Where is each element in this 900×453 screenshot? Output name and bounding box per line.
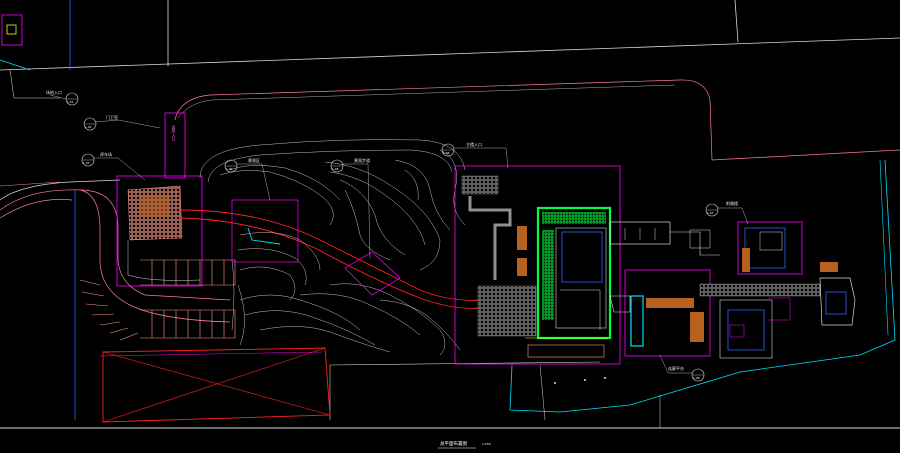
callout-c3-label: 停车场 xyxy=(100,151,112,157)
callout-c7-label: 附属楼 xyxy=(726,200,738,206)
callout-c1-label: 场地入口 xyxy=(46,89,62,95)
cad-drawing-canvas[interactable]: 会所入口 场地入口 L-01 门卫室 L-02 停车场 L-03 景观区 L-0… xyxy=(0,0,900,453)
callout-c8-ref: L-08 xyxy=(693,376,700,380)
callout-c2-label: 门卫室 xyxy=(106,114,118,120)
key-plan-box[interactable] xyxy=(1,14,23,46)
drawing-title-block[interactable]: 总平面布置图 1:250 xyxy=(438,440,491,449)
annex-building[interactable] xyxy=(609,269,711,357)
main-building-site[interactable] xyxy=(454,165,671,365)
callout-c7-ref: L-07 xyxy=(707,211,714,215)
callout-c6[interactable]: 主楼入口 L-06 xyxy=(441,141,509,169)
contour-lines xyxy=(199,139,466,356)
callout-c5-label: 景观步道 xyxy=(354,157,370,163)
vertical-sign-text: 会所入口 xyxy=(172,124,177,142)
callout-c3-ref: L-03 xyxy=(83,161,90,165)
drawing-title: 总平面布置图 xyxy=(440,440,467,447)
callout-c7[interactable]: 附属楼 L-07 xyxy=(705,200,749,225)
callout-c4-ref: L-04 xyxy=(226,167,233,171)
drawing-scale: 1:250 xyxy=(482,442,491,446)
callout-c8[interactable]: 连廊平台 L-08 xyxy=(659,354,705,382)
callout-c5-ref: L-05 xyxy=(332,167,339,171)
callout-c2-ref: L-02 xyxy=(85,125,92,129)
entrance-road xyxy=(0,189,231,323)
callout-c1[interactable]: 场地入口 L-01 xyxy=(46,89,79,106)
callout-c4-label: 景观区 xyxy=(248,157,260,163)
callout-c1-ref: L-01 xyxy=(67,100,74,104)
survey-markers xyxy=(554,377,606,384)
callout-c2[interactable]: 门卫室 L-02 xyxy=(83,114,161,131)
callout-c6-label: 主楼入口 xyxy=(466,141,482,147)
callout-c6-ref: L-06 xyxy=(443,151,450,155)
callout-c8-label: 连廊平台 xyxy=(668,365,684,371)
parking-area[interactable] xyxy=(79,259,236,341)
callout-c4[interactable]: 景观区 L-04 xyxy=(224,157,271,201)
reserved-lot[interactable] xyxy=(99,347,331,423)
